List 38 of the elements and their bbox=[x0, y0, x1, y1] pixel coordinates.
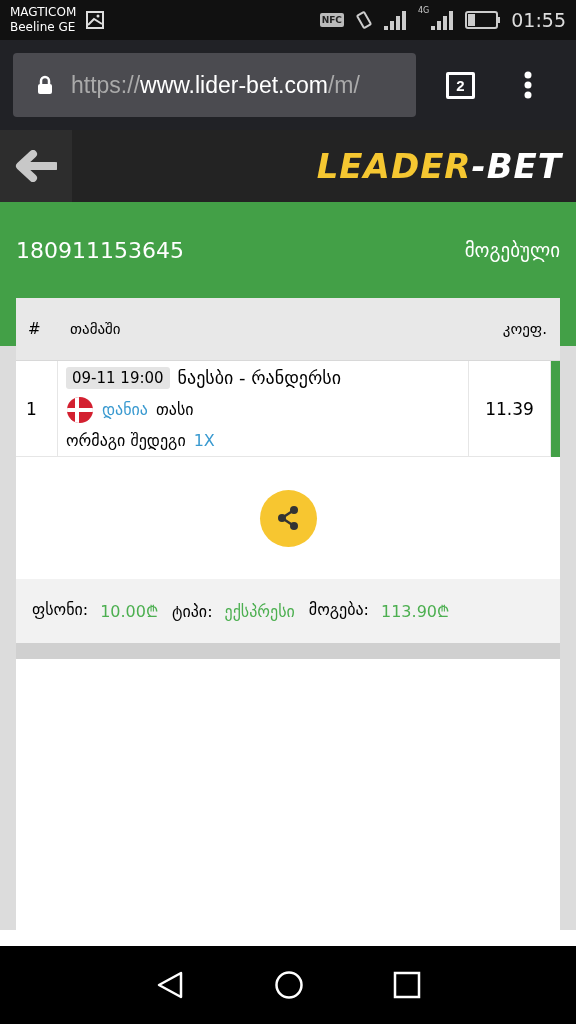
home-icon[interactable] bbox=[274, 970, 304, 1000]
match-datetime: 09-11 19:00 bbox=[66, 366, 170, 389]
ticket-status: მოგებული bbox=[464, 239, 560, 261]
carrier-name: MAGTICOM bbox=[10, 5, 77, 20]
logo: LEADER-BET bbox=[316, 146, 562, 186]
flag-icon bbox=[66, 396, 94, 424]
share-icon bbox=[275, 505, 301, 531]
summary-label: ფსონი: bbox=[32, 600, 89, 621]
match-name: ნაესბი - რანდერსი bbox=[177, 367, 342, 389]
network-type: 4G bbox=[417, 6, 430, 15]
signal-icon bbox=[431, 10, 456, 30]
tab-count-button[interactable]: 2 bbox=[446, 71, 475, 99]
nfc-icon: NFC bbox=[319, 13, 344, 27]
signal-icon bbox=[383, 10, 408, 30]
summary-value: 10.00₾ bbox=[100, 601, 158, 622]
pick-value: 1X bbox=[193, 431, 215, 451]
tournament-name: თასი bbox=[156, 400, 194, 420]
column-header: კოეფ. bbox=[469, 298, 551, 361]
column-header: # bbox=[16, 298, 58, 361]
more-icon[interactable] bbox=[523, 71, 533, 99]
summary-label: ტიპი: bbox=[172, 601, 213, 621]
back-arrow-icon bbox=[15, 150, 57, 182]
vibrate-icon bbox=[353, 10, 374, 30]
recents-icon[interactable] bbox=[393, 971, 422, 999]
summary-value: 113.90₾ bbox=[381, 601, 449, 622]
summary-value: ექსპრესი bbox=[224, 601, 295, 621]
summary-label: მოგება: bbox=[308, 600, 369, 621]
network-name: Beeline GE bbox=[10, 20, 77, 35]
back-button[interactable] bbox=[0, 130, 72, 202]
address-bar[interactable]: https://www.lider-bet.com/m/ bbox=[13, 53, 416, 117]
clock-time: 01:55 bbox=[511, 9, 566, 31]
battery-icon bbox=[465, 11, 502, 29]
market-name: ორმაგი შედეგი bbox=[66, 431, 186, 451]
lock-icon bbox=[37, 75, 53, 95]
image-icon bbox=[86, 11, 105, 29]
row-number: 1 bbox=[16, 361, 58, 457]
ticket-id: 180911153645 bbox=[16, 237, 184, 263]
column-header: თამაში bbox=[58, 298, 469, 361]
